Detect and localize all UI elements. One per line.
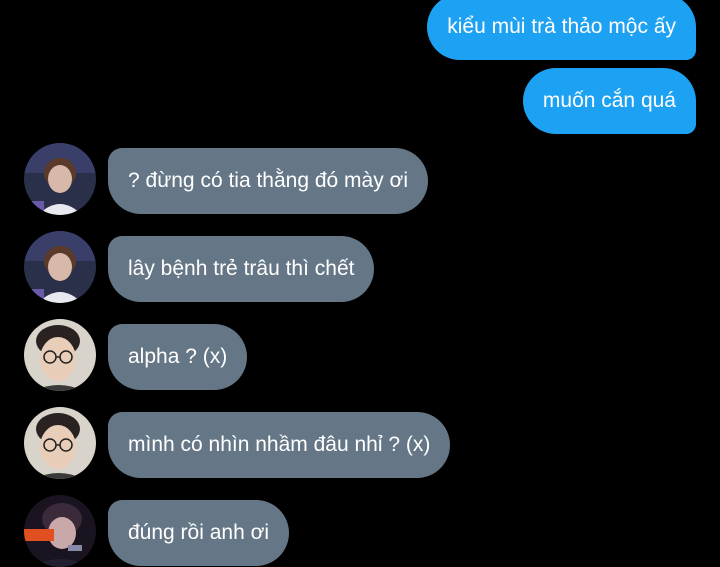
avatar[interactable] (24, 407, 96, 479)
sent-message-bubble[interactable]: muốn cắn quá (522, 68, 696, 134)
sent-message-bubble[interactable]: kiểu mùi trà thảo mộc ấy (427, 0, 696, 60)
message-text: alpha ? (x) (128, 345, 228, 368)
user-a-avatar-icon (24, 231, 96, 303)
user-b-avatar-icon (24, 407, 96, 479)
user-b-avatar-icon (24, 319, 96, 391)
user-a-avatar-icon (24, 143, 96, 215)
received-message-bubble[interactable]: lây bệnh trẻ trâu thì chết (108, 236, 375, 302)
message-text: đúng rồi anh ơi (128, 521, 270, 544)
message-text: muốn cắn quá (542, 89, 676, 112)
avatar[interactable] (24, 231, 96, 303)
message-text: lây bệnh trẻ trâu thì chết (128, 257, 355, 280)
received-message-bubble[interactable]: alpha ? (x) (108, 324, 248, 390)
avatar[interactable] (24, 495, 96, 567)
avatar[interactable] (24, 319, 96, 391)
avatar[interactable] (24, 143, 96, 215)
message-text: ? đừng có tia thằng đó mày ơi (128, 169, 408, 192)
message-text: mình có nhìn nhầm đâu nhỉ ? (x) (128, 433, 431, 456)
received-message-bubble[interactable]: đúng rồi anh ơi (108, 500, 290, 566)
received-message-bubble[interactable]: mình có nhìn nhầm đâu nhỉ ? (x) (108, 412, 451, 478)
message-text: kiểu mùi trà thảo mộc ấy (447, 15, 676, 38)
user-c-avatar-icon (24, 495, 96, 567)
received-message-bubble[interactable]: ? đừng có tia thằng đó mày ơi (108, 148, 428, 214)
